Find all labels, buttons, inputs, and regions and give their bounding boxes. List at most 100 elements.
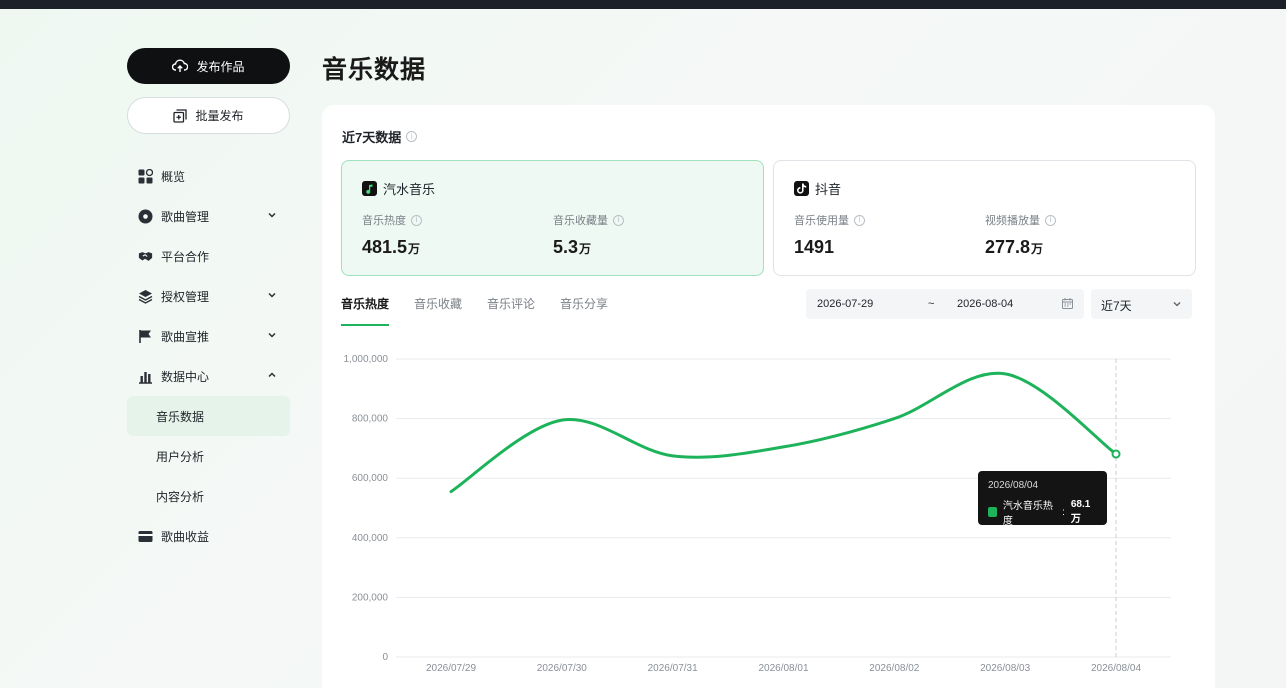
tab-music-favorites[interactable]: 音乐收藏 <box>414 295 462 326</box>
metric-label: 音乐使用量 <box>794 215 849 227</box>
x-tick-label: 2026/08/04 <box>1091 663 1141 674</box>
sidebar-item-label: 概览 <box>161 169 186 184</box>
chevron-down-icon <box>268 292 276 298</box>
x-tick-label: 2026/07/30 <box>537 663 587 674</box>
metric-value: 1491 <box>794 237 835 257</box>
y-tick-label: 1,000,000 <box>344 354 389 365</box>
metric-music-favorites: 音乐收藏量 i 5.3万 <box>553 212 624 258</box>
sidebar-item-label: 歌曲宣推 <box>161 329 210 344</box>
bar-chart-icon <box>138 369 153 384</box>
date-separator: ~ <box>928 298 935 310</box>
wallet-card-icon <box>138 529 153 544</box>
sidebar-item-overview[interactable]: 概览 <box>127 156 290 196</box>
qishui-music-logo-icon <box>362 181 377 196</box>
y-tick-label: 600,000 <box>352 473 389 484</box>
metric-unit: 万 <box>1031 242 1044 256</box>
publish-button-label: 发布作品 <box>196 59 245 74</box>
card-title-text: 抖音 <box>815 182 842 197</box>
y-tick-label: 800,000 <box>352 414 389 425</box>
overview-grid-icon <box>138 168 153 184</box>
page-title: 音乐数据 <box>322 56 427 84</box>
sidebar-item-label: 数据中心 <box>161 369 210 384</box>
metric-music-heat: 音乐热度 i 481.5万 <box>362 212 422 258</box>
sidebar-item-license-management[interactable]: 授权管理 <box>127 276 290 316</box>
sidebar-subitem-content-analysis[interactable]: 内容分析 <box>127 476 290 516</box>
calendar-icon <box>1062 298 1073 309</box>
info-icon[interactable]: i <box>854 214 865 226</box>
chevron-up-icon <box>268 372 276 378</box>
batch-add-icon <box>173 108 188 123</box>
sidebar-item-song-management[interactable]: 歌曲管理 <box>127 196 290 236</box>
metric-music-usage: 音乐使用量 i 1491 <box>794 212 865 258</box>
batch-publish-button[interactable]: 批量发布 <box>127 97 290 134</box>
sidebar-subitem-label: 用户分析 <box>156 449 205 464</box>
sidebar-subitem-user-analysis[interactable]: 用户分析 <box>127 436 290 476</box>
publish-button[interactable]: 发布作品 <box>127 48 290 84</box>
x-tick-label: 2026/08/03 <box>980 663 1030 674</box>
tab-music-heat[interactable]: 音乐热度 <box>341 295 390 326</box>
chevron-down-icon <box>268 332 276 338</box>
tooltip-value: 68.1万 <box>1070 499 1091 525</box>
y-tick-label: 0 <box>382 652 388 663</box>
sidebar-item-label: 歌曲收益 <box>161 529 210 544</box>
x-tick-label: 2026/08/02 <box>869 663 919 674</box>
disc-icon <box>138 209 153 224</box>
douyin-card[interactable]: 抖音 音乐使用量 i 1491 视频播放量 i 277.8万 <box>773 160 1196 276</box>
metric-unit: 万 <box>579 242 592 256</box>
sidebar-subitem-label: 内容分析 <box>156 489 205 504</box>
qishui-music-card[interactable]: 汽水音乐 音乐热度 i 481.5万 音乐收藏量 i 5.3万 <box>341 160 764 276</box>
tab-music-shares[interactable]: 音乐分享 <box>560 295 608 326</box>
chevron-down-icon <box>1173 302 1181 307</box>
info-icon[interactable]: i <box>406 131 418 142</box>
sidebar-item-data-center[interactable]: 数据中心 <box>127 356 290 396</box>
batch-publish-label: 批量发布 <box>195 109 244 123</box>
sidebar-item-song-promotion[interactable]: 歌曲宣推 <box>127 316 290 356</box>
panel-heading-text: 近7天数据 <box>342 130 402 145</box>
top-bar <box>0 0 1286 9</box>
metric-video-plays: 视频播放量 i 277.8万 <box>985 212 1056 258</box>
sidebar-item-label: 授权管理 <box>161 289 210 304</box>
metric-tabs: 音乐热度 音乐收藏 音乐评论 音乐分享 <box>341 295 608 326</box>
tooltip-series-name: 汽水音乐热度 <box>1002 501 1053 527</box>
sidebar: 发布作品 批量发布 概览 歌曲管理 平台合作 授权管理 歌曲宣推 数据中心 音乐… <box>127 48 290 556</box>
end-date[interactable]: 2026-08-04 <box>957 298 1013 310</box>
flag-icon <box>138 329 153 344</box>
start-date[interactable]: 2026-07-29 <box>817 298 873 310</box>
chevron-down-icon <box>268 212 276 218</box>
sidebar-subitem-music-data[interactable]: 音乐数据 <box>127 396 290 436</box>
chart-tooltip: 2026/08/04 汽水音乐热度: 68.1万 <box>978 471 1107 527</box>
info-icon[interactable]: i <box>411 214 422 226</box>
sidebar-item-platform-cooperation[interactable]: 平台合作 <box>127 236 290 276</box>
metric-value: 5.3 <box>553 237 579 257</box>
sidebar-nav: 概览 歌曲管理 平台合作 授权管理 歌曲宣推 数据中心 音乐数据 用户分析 内容 <box>127 156 290 556</box>
y-tick-label: 400,000 <box>352 533 389 544</box>
tooltip-series-swatch <box>988 507 997 517</box>
metric-label: 视频播放量 <box>985 215 1040 227</box>
x-tick-label: 2026/07/29 <box>426 663 476 674</box>
metric-unit: 万 <box>408 242 421 256</box>
info-icon[interactable]: i <box>613 214 624 226</box>
range-select[interactable]: 近7天 <box>1091 289 1192 319</box>
data-point <box>1111 449 1121 459</box>
sidebar-item-song-revenue[interactable]: 歌曲收益 <box>127 516 290 556</box>
handshake-icon <box>138 249 153 264</box>
panel-heading: 近7天数据 i <box>342 127 418 146</box>
info-icon[interactable]: i <box>1045 214 1056 226</box>
sidebar-subitem-label: 音乐数据 <box>156 409 205 424</box>
card-title: 抖音 <box>794 179 1175 198</box>
layers-icon <box>138 289 153 304</box>
y-tick-label: 200,000 <box>352 592 389 603</box>
card-title: 汽水音乐 <box>362 179 743 198</box>
metric-label: 音乐热度 <box>362 215 406 227</box>
metric-label: 音乐收藏量 <box>553 215 608 227</box>
tab-music-comments[interactable]: 音乐评论 <box>487 295 535 326</box>
date-range-picker[interactable]: 2026-07-29 ~ 2026-08-04 <box>806 289 1084 319</box>
x-tick-label: 2026/07/31 <box>648 663 698 674</box>
metric-value: 481.5 <box>362 237 408 257</box>
card-title-text: 汽水音乐 <box>383 182 436 197</box>
sidebar-item-label: 平台合作 <box>161 249 210 264</box>
x-tick-label: 2026/08/01 <box>758 663 808 674</box>
cloud-upload-icon <box>172 59 189 72</box>
sidebar-item-label: 歌曲管理 <box>161 209 210 224</box>
data-panel: 近7天数据 i 汽水音乐 音乐热度 i 481.5万 音乐收藏量 i 5.3万 抖音… <box>322 105 1215 688</box>
